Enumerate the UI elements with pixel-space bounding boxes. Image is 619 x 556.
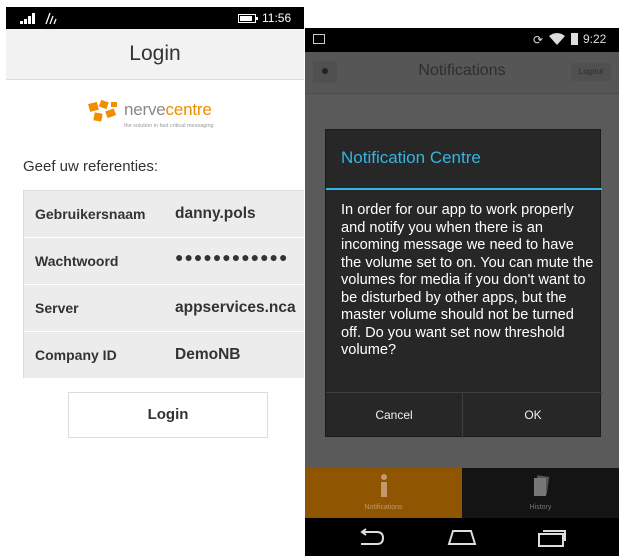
username-row[interactable]: Gebruikersnaam danny.pols — [24, 191, 304, 238]
status-time: 11:56 — [262, 11, 292, 25]
username-field[interactable]: danny.pols — [175, 205, 304, 223]
tab-notifications[interactable]: Notifications — [305, 468, 462, 518]
dialog-message: In order for our app to work properly an… — [341, 202, 594, 358]
top-caption-fragment — [130, 0, 430, 5]
logo-wordmark: nervecentre — [124, 100, 212, 120]
logo-word-nerve: nerve — [124, 100, 166, 119]
bottom-tab-bar: Notifications History — [305, 468, 619, 518]
android-nav-bar — [305, 518, 619, 556]
history-book-icon — [534, 475, 550, 496]
wifi-icon — [549, 33, 565, 45]
info-icon — [381, 474, 387, 497]
company-id-field[interactable]: DemoNB — [175, 346, 304, 364]
back-icon[interactable] — [357, 528, 385, 546]
logo-mark-icon — [88, 99, 117, 122]
notifications-header: Notifications Logout — [305, 52, 619, 94]
image-notification-icon — [313, 34, 325, 44]
tab-notifications-label: Notifications — [364, 504, 403, 511]
recent-apps-icon[interactable] — [537, 528, 567, 548]
login-screen: 11:56 Login nervecentre the solution in … — [6, 7, 304, 547]
rotation-icon: ⟳ — [533, 33, 544, 47]
company-id-label: Company ID — [35, 347, 117, 363]
dialog-title: Notification Centre — [341, 148, 481, 167]
server-field[interactable]: appservices.nca — [175, 299, 304, 317]
login-button[interactable]: Login — [68, 392, 268, 438]
page-title: Login — [6, 29, 304, 80]
server-label: Server — [35, 300, 79, 316]
cancel-button[interactable]: Cancel — [326, 393, 463, 438]
password-row[interactable]: Wachtwoord ●●●●●●●●●●●● — [24, 238, 304, 285]
battery-icon — [238, 14, 258, 23]
logo-tagline: the solution in fast critical messaging — [124, 123, 214, 129]
logout-button[interactable]: Logout — [571, 63, 611, 81]
password-field[interactable]: ●●●●●●●●●●●● — [175, 249, 304, 265]
dialog-divider — [326, 188, 602, 190]
home-icon[interactable] — [445, 528, 479, 546]
tab-history-label: History — [529, 504, 552, 511]
server-row[interactable]: Server appservices.nca — [24, 285, 304, 332]
credentials-heading: Geef uw referenties: — [23, 158, 159, 175]
dialog-actions: Cancel OK — [326, 392, 602, 438]
wifi-icon — [45, 12, 57, 25]
logo-word-centre: centre — [165, 100, 212, 119]
credentials-form: Gebruikersnaam danny.pols Wachtwoord ●●●… — [23, 190, 304, 379]
battery-icon — [571, 33, 578, 45]
ok-button[interactable]: OK — [464, 393, 602, 438]
status-bar: 11:56 — [6, 7, 304, 29]
notification-centre-dialog: Notification Centre In order for our app… — [325, 129, 602, 438]
company-id-row[interactable]: Company ID DemoNB — [24, 332, 304, 379]
password-label: Wachtwoord — [35, 253, 119, 269]
status-bar-right: ⟳ 9:22 — [305, 28, 619, 52]
tab-history[interactable]: History — [462, 468, 619, 518]
nervecentre-logo: nervecentre the solution in fast critica… — [88, 97, 268, 137]
signal-icon — [20, 13, 36, 24]
username-label: Gebruikersnaam — [35, 206, 146, 222]
status-time: 9:22 — [583, 32, 607, 46]
notifications-screen: ⟳ 9:22 Notifications Logout Notification… — [305, 28, 619, 556]
